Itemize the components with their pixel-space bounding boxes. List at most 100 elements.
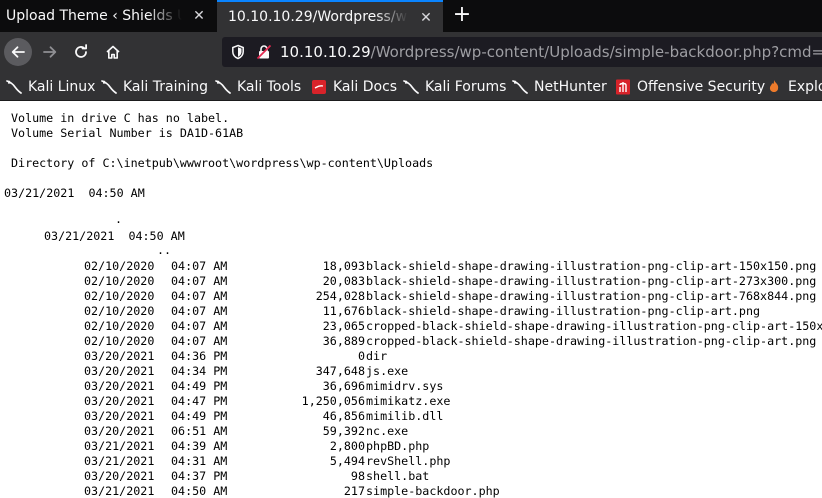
- file-date: 03/20/2021: [84, 424, 155, 438]
- file-time: 04:07 AM: [171, 274, 228, 288]
- file-size: 11,676: [322, 304, 365, 318]
- file-date: 03/20/2021: [84, 409, 155, 423]
- bookmark-kali-linux[interactable]: Kali Linux: [6, 78, 95, 96]
- page-content: Volume in drive C has no label. Volume S…: [0, 101, 822, 498]
- exploit-db-icon: [766, 79, 782, 95]
- file-date: 03/20/2021: [84, 364, 155, 378]
- file-size: 98: [350, 469, 365, 483]
- bookmark-exploit-db[interactable]: Explo: [766, 78, 822, 96]
- tab-title: Upload Theme ‹ Shields Up — WordPress: [6, 8, 182, 24]
- file-name: simple-backdoor.php: [366, 484, 500, 498]
- bookmark-label: Explo: [788, 79, 822, 95]
- url-path: /Wordpress/wp-content/Uploads/simple-bac…: [370, 43, 822, 61]
- file-date: 03/21/2021: [84, 439, 155, 453]
- file-date: 02/10/2020: [84, 259, 155, 273]
- offsec-icon: [615, 79, 631, 95]
- file-time: 04:47 PM: [171, 394, 228, 408]
- dotdot-entry-date: 03/21/2021 04:50 AM: [44, 229, 185, 243]
- directory-line: Directory of C:\inetpub\wwwroot\wordpres…: [11, 156, 434, 170]
- file-time: 04:49 PM: [171, 379, 228, 393]
- file-row: 02/10/2020 04:07 AM 23,065 cropped-black-sh…: [0, 319, 822, 334]
- dot-entry-date: 03/21/2021 04:50 AM: [4, 186, 145, 200]
- bookmark-label: Kali Forums: [425, 79, 507, 95]
- file-size: 1,250,056: [301, 394, 365, 408]
- file-size: 23,065: [322, 319, 365, 333]
- bookmark-kali-forums[interactable]: Kali Forums: [403, 78, 506, 96]
- file-name: mimilib.dll: [366, 409, 444, 423]
- dot-entry-name: .: [115, 212, 123, 226]
- url-host: 10.10.10.29: [280, 43, 371, 61]
- file-name: revShell.php: [366, 454, 451, 468]
- file-time: 04:31 AM: [171, 454, 228, 468]
- file-row: 03/20/2021 04:37 PM 98 shell.bat: [0, 469, 822, 484]
- forward-button[interactable]: [36, 38, 64, 66]
- file-time: 04:07 AM: [171, 334, 228, 348]
- new-tab-button[interactable]: +: [450, 4, 474, 28]
- file-time: 04:07 AM: [171, 259, 228, 273]
- address-bar[interactable]: 10.10.10.29/Wordpress/wp-content/Uploads…: [222, 37, 822, 67]
- file-date: 02/10/2020: [84, 289, 155, 303]
- dotdot-entry-name: ..: [157, 243, 172, 257]
- file-row: 03/20/2021 04:36 PM 0 dir: [0, 349, 822, 364]
- kali-dragon-icon: [6, 79, 22, 95]
- file-size: 36,696: [322, 379, 365, 393]
- file-time: 04:34 PM: [171, 364, 228, 378]
- file-row: 03/20/2021 04:34 PM 347,648 js.exe: [0, 364, 822, 379]
- file-name: black-shield-shape-drawing-illustration-…: [366, 274, 817, 288]
- file-name: mimikatz.exe: [366, 394, 451, 408]
- tab-upload-theme[interactable]: Upload Theme ‹ Shields Up — WordPress ✕: [0, 0, 216, 32]
- close-icon[interactable]: ✕: [417, 9, 435, 27]
- file-size: 217: [343, 484, 365, 498]
- kali-dragon-icon: [403, 79, 419, 95]
- shield-icon[interactable]: [230, 44, 246, 60]
- bookmark-label: Kali Tools: [237, 79, 302, 95]
- file-row: 02/10/2020 04:07 AM 36,889 cropped-black-sh…: [0, 334, 822, 349]
- kali-dragon-icon: [215, 79, 231, 95]
- url-text[interactable]: 10.10.10.29/Wordpress/wp-content/Uploads…: [280, 43, 822, 61]
- bookmark-nethunter[interactable]: NetHunter: [512, 78, 607, 96]
- file-name: shell.bat: [366, 469, 430, 483]
- bookmark-label: Kali Docs: [333, 79, 398, 95]
- home-button[interactable]: [99, 38, 127, 66]
- file-date: 03/21/2021: [84, 454, 155, 468]
- tab-title: 10.10.10.29/Wordpress/wp-content/Uploads…: [228, 9, 408, 25]
- bookmark-kali-training[interactable]: Kali Training: [101, 78, 208, 96]
- file-name: js.exe: [366, 364, 409, 378]
- file-size: 0: [357, 349, 365, 363]
- tab-simple-backdoor[interactable]: 10.10.10.29/Wordpress/wp-content/Uploads…: [217, 0, 443, 32]
- file-size: 59,392: [322, 424, 365, 438]
- file-row: 02/10/2020 04:07 AM 20,083 black-shield-sha…: [0, 274, 822, 289]
- bookmark-kali-tools[interactable]: Kali Tools: [215, 78, 301, 96]
- bookmark-offensive-security[interactable]: Offensive Security: [615, 78, 765, 96]
- close-icon[interactable]: ✕: [190, 7, 208, 25]
- file-row: 02/10/2020 04:07 AM 254,028 black-shield-sh…: [0, 289, 822, 304]
- file-row: 03/20/2021 06:51 AM 59,392 nc.exe: [0, 424, 822, 439]
- reload-button[interactable]: [67, 38, 95, 66]
- insecure-lock-icon[interactable]: [256, 44, 272, 60]
- bookmark-kali-docs[interactable]: Kali Docs: [311, 78, 397, 96]
- kali-dragon-icon: [512, 79, 528, 95]
- kali-dragon-icon: [101, 79, 117, 95]
- file-name: dir: [366, 349, 388, 363]
- file-date: 03/20/2021: [84, 469, 155, 483]
- file-name: cropped-black-shield-shape-drawing-illus…: [366, 319, 822, 333]
- file-time: 04:50 AM: [171, 484, 228, 498]
- file-name: black-shield-shape-drawing-illustration-…: [366, 304, 761, 318]
- file-date: 02/10/2020: [84, 319, 155, 333]
- file-name: mimidrv.sys: [366, 379, 444, 393]
- file-size: 254,028: [315, 289, 365, 303]
- file-size: 46,856: [322, 409, 365, 423]
- file-row: 02/10/2020 04:07 AM 11,676 black-shield-sha…: [0, 304, 822, 319]
- home-icon: [106, 45, 120, 59]
- bookmark-label: Offensive Security: [637, 79, 766, 95]
- tab-strip: Upload Theme ‹ Shields Up — WordPress ✕ …: [0, 0, 822, 32]
- volume-label-line: Volume in drive C has no label.: [11, 111, 230, 125]
- file-date: 02/10/2020: [84, 334, 155, 348]
- file-row: 03/21/2021 04:31 AM 5,494 revShell.php: [0, 454, 822, 469]
- file-row: 03/20/2021 04:49 PM 36,696 mimidrv.sys: [0, 379, 822, 394]
- file-row: 03/21/2021 04:39 AM 2,800 phpBD.php: [0, 439, 822, 454]
- back-button[interactable]: [4, 38, 32, 66]
- plus-icon: +: [452, 2, 472, 27]
- file-row: 03/20/2021 04:47 PM 1,250,056 mimikatz.exe: [0, 394, 822, 409]
- file-date: 02/10/2020: [84, 304, 155, 318]
